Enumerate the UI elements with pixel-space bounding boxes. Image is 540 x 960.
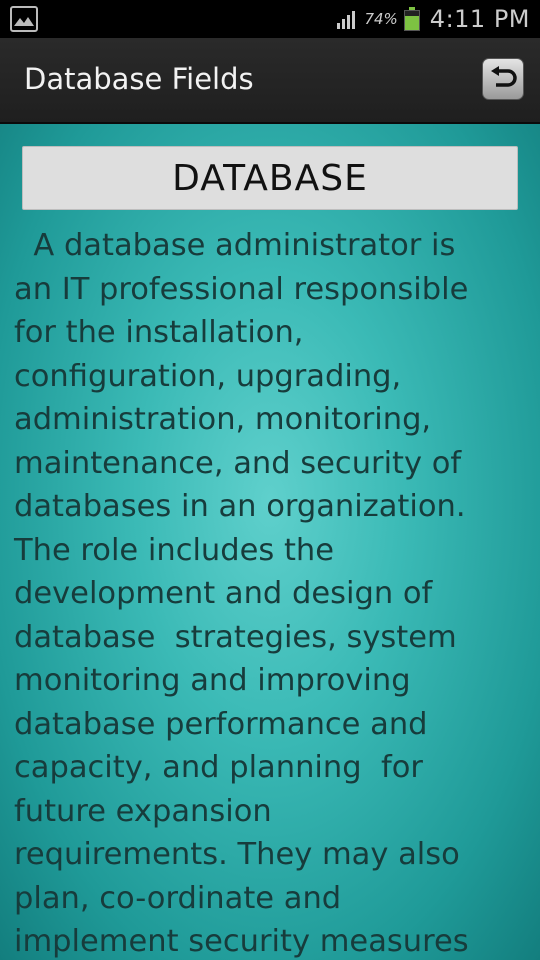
description-line: maintenance, and security of xyxy=(14,445,462,481)
description-line: for the installation, xyxy=(14,315,304,350)
status-bar: 74% 4:11 PM xyxy=(0,0,540,38)
battery-icon xyxy=(403,7,420,31)
back-button[interactable] xyxy=(482,58,524,100)
description-line: database strategies, system xyxy=(14,619,457,655)
page-title: Database Fields xyxy=(24,62,254,96)
description-line: plan, co-ordinate and xyxy=(14,880,342,916)
description-text: A database administrator is an IT profess… xyxy=(14,224,524,960)
description-line: monitoring and improving xyxy=(14,663,411,698)
description-line: capacity, and planning for xyxy=(14,750,423,785)
return-arrow-icon xyxy=(491,66,517,87)
content-area: DATABASE A database administrator is an I… xyxy=(0,124,540,960)
description-line: The role includes the xyxy=(14,532,335,568)
description-line: administration, monitoring, xyxy=(14,402,432,437)
screen: 74% 4:11 PM Database Fields DATABASE A d… xyxy=(0,0,540,960)
description-line: A database administrator is xyxy=(14,228,456,263)
signal-icon xyxy=(337,11,356,29)
description-line: future expansion xyxy=(14,793,272,829)
description-line: implement security measures xyxy=(14,924,469,959)
section-header-text: DATABASE xyxy=(172,157,368,199)
battery-percent: 74% xyxy=(364,10,398,28)
description-line: databases in an organization. xyxy=(14,489,466,524)
clock: 4:11 PM xyxy=(429,5,530,33)
description-line: development and design of xyxy=(14,576,433,611)
description-line: an IT professional responsible xyxy=(14,271,469,307)
section-header: DATABASE xyxy=(22,146,518,210)
description-line: requirements. They may also xyxy=(14,837,460,872)
action-bar: Database Fields xyxy=(0,38,540,124)
gallery-notification-icon xyxy=(10,6,38,32)
description-line: configuration, upgrading, xyxy=(14,358,402,394)
description-line: database performance and xyxy=(14,706,428,742)
status-icons: 74% 4:11 PM xyxy=(336,4,530,34)
